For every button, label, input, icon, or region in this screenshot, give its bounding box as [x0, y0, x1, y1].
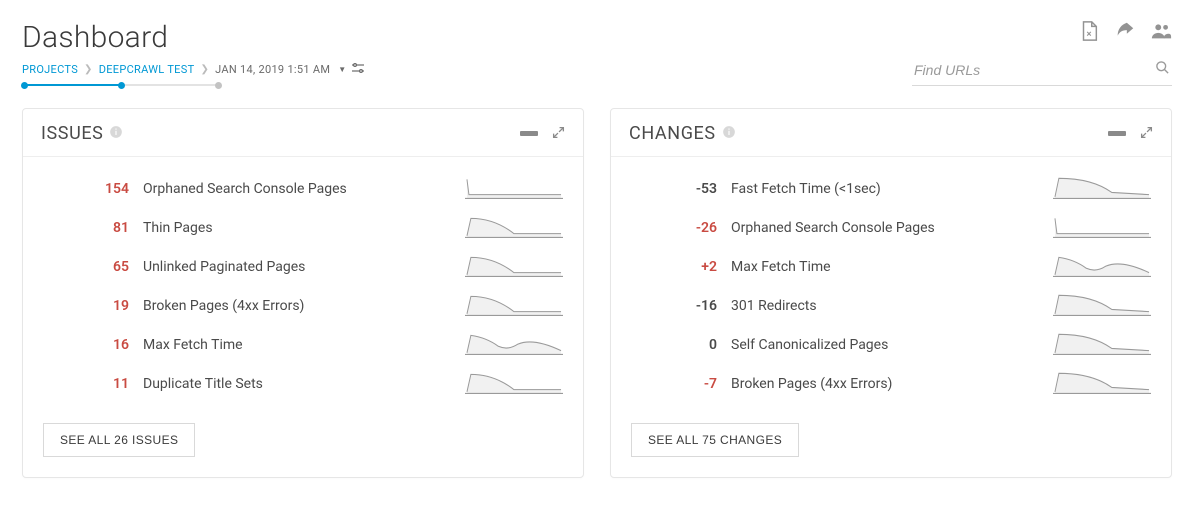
panel-footer: SEE ALL 26 ISSUES: [23, 409, 583, 477]
share-icon[interactable]: [1114, 20, 1136, 46]
row-value: 16: [43, 337, 129, 353]
panel-title-wrap: CHANGES: [629, 123, 736, 144]
row-label[interactable]: Duplicate Title Sets: [143, 376, 451, 392]
panel-head: CHANGES: [611, 109, 1171, 157]
panel-head: ISSUES: [23, 109, 583, 157]
progress-segment: [27, 84, 119, 86]
list-item[interactable]: 81 Thin Pages: [43, 208, 563, 247]
breadcrumb-projects[interactable]: PROJECTS: [22, 63, 78, 76]
row-label[interactable]: Self Canonicalized Pages: [731, 337, 1039, 353]
changes-list: -53 Fast Fetch Time (<1sec) -26 Orphaned…: [611, 157, 1171, 409]
row-value: -7: [631, 376, 717, 392]
sparkline: [1053, 331, 1151, 359]
breadcrumb-account[interactable]: DEEPCRAWL TEST: [99, 63, 195, 76]
pdf-icon[interactable]: [1078, 20, 1100, 46]
panel-title-wrap: ISSUES: [41, 123, 123, 144]
list-item[interactable]: 154 Orphaned Search Console Pages: [43, 169, 563, 208]
row-label[interactable]: Unlinked Paginated Pages: [143, 259, 451, 275]
panel-changes: CHANGES -53 Fast Fetch Time (<1sec) -26 …: [610, 108, 1172, 478]
breadcrumb: PROJECTS ❯ DEEPCRAWL TEST ❯ JAN 14, 2019…: [22, 63, 912, 76]
sparkline: [465, 253, 563, 281]
header: Dashboard PROJECTS ❯ DEEPCRAWL TEST ❯ JA…: [22, 20, 1172, 90]
sparkline: [465, 292, 563, 320]
progress-dot: [21, 82, 28, 89]
row-value: +2: [631, 259, 717, 275]
row-value: 81: [43, 220, 129, 236]
sparkline: [1053, 292, 1151, 320]
users-icon[interactable]: [1150, 20, 1172, 46]
see-all-issues-button[interactable]: SEE ALL 26 ISSUES: [43, 423, 195, 457]
row-value: 154: [43, 181, 129, 197]
row-label[interactable]: Max Fetch Time: [731, 259, 1039, 275]
list-item[interactable]: 11 Duplicate Title Sets: [43, 364, 563, 403]
panel-footer: SEE ALL 75 CHANGES: [611, 409, 1171, 477]
sparkline: [465, 214, 563, 242]
row-value: 0: [631, 337, 717, 353]
sparkline: [465, 175, 563, 203]
list-item[interactable]: 19 Broken Pages (4xx Errors): [43, 286, 563, 325]
row-value: 19: [43, 298, 129, 314]
sparkline: [1053, 175, 1151, 203]
search-bar[interactable]: [912, 56, 1172, 86]
row-value: -26: [631, 220, 717, 236]
panel-controls: [1108, 124, 1153, 143]
row-value: 11: [43, 376, 129, 392]
row-label[interactable]: Broken Pages (4xx Errors): [143, 298, 451, 314]
row-value: 65: [43, 259, 129, 275]
list-item[interactable]: -53 Fast Fetch Time (<1sec): [631, 169, 1151, 208]
sparkline: [1053, 370, 1151, 398]
progress-segment: [124, 84, 216, 86]
collapse-icon[interactable]: [1108, 131, 1126, 136]
row-label[interactable]: Broken Pages (4xx Errors): [731, 376, 1039, 392]
row-value: -53: [631, 181, 717, 197]
sliders-icon[interactable]: [352, 63, 364, 76]
list-item[interactable]: +2 Max Fetch Time: [631, 247, 1151, 286]
sparkline: [1053, 253, 1151, 281]
list-item[interactable]: -16 301 Redirects: [631, 286, 1151, 325]
list-item[interactable]: 16 Max Fetch Time: [43, 325, 563, 364]
see-all-changes-button[interactable]: SEE ALL 75 CHANGES: [631, 423, 799, 457]
progress-dot: [118, 82, 125, 89]
chevron-down-icon[interactable]: ▼: [338, 65, 346, 74]
panels: ISSUES 154 Orphaned Search Console Pages…: [22, 108, 1172, 478]
header-right: [912, 20, 1172, 86]
sparkline: [465, 331, 563, 359]
list-item[interactable]: 0 Self Canonicalized Pages: [631, 325, 1151, 364]
expand-icon[interactable]: [552, 124, 565, 143]
breadcrumb-timestamp[interactable]: JAN 14, 2019 1:51 AM: [215, 63, 330, 76]
info-icon[interactable]: [109, 124, 123, 143]
page-title: Dashboard: [22, 20, 912, 55]
header-left: Dashboard PROJECTS ❯ DEEPCRAWL TEST ❯ JA…: [22, 20, 912, 90]
chevron-right-icon: ❯: [84, 64, 93, 75]
search-icon[interactable]: [1155, 60, 1170, 79]
expand-icon[interactable]: [1140, 124, 1153, 143]
row-label[interactable]: Max Fetch Time: [143, 337, 451, 353]
issues-list: 154 Orphaned Search Console Pages 81 Thi…: [23, 157, 583, 409]
panel-title: CHANGES: [629, 123, 716, 144]
row-label[interactable]: Thin Pages: [143, 220, 451, 236]
row-label[interactable]: Orphaned Search Console Pages: [731, 220, 1039, 236]
row-label[interactable]: Orphaned Search Console Pages: [143, 181, 451, 197]
breadcrumb-progress: [22, 80, 912, 90]
list-item[interactable]: 65 Unlinked Paginated Pages: [43, 247, 563, 286]
list-item[interactable]: -26 Orphaned Search Console Pages: [631, 208, 1151, 247]
sparkline: [1053, 214, 1151, 242]
collapse-icon[interactable]: [520, 131, 538, 136]
list-item[interactable]: -7 Broken Pages (4xx Errors): [631, 364, 1151, 403]
search-input[interactable]: [914, 62, 1155, 78]
info-icon[interactable]: [722, 124, 736, 143]
panel-controls: [520, 124, 565, 143]
row-label[interactable]: Fast Fetch Time (<1sec): [731, 181, 1039, 197]
row-label[interactable]: 301 Redirects: [731, 298, 1039, 314]
panel-issues: ISSUES 154 Orphaned Search Console Pages…: [22, 108, 584, 478]
header-actions: [1078, 20, 1172, 46]
panel-title: ISSUES: [41, 123, 103, 144]
row-value: -16: [631, 298, 717, 314]
chevron-right-icon: ❯: [200, 64, 209, 75]
sparkline: [465, 370, 563, 398]
progress-dot: [215, 82, 222, 89]
